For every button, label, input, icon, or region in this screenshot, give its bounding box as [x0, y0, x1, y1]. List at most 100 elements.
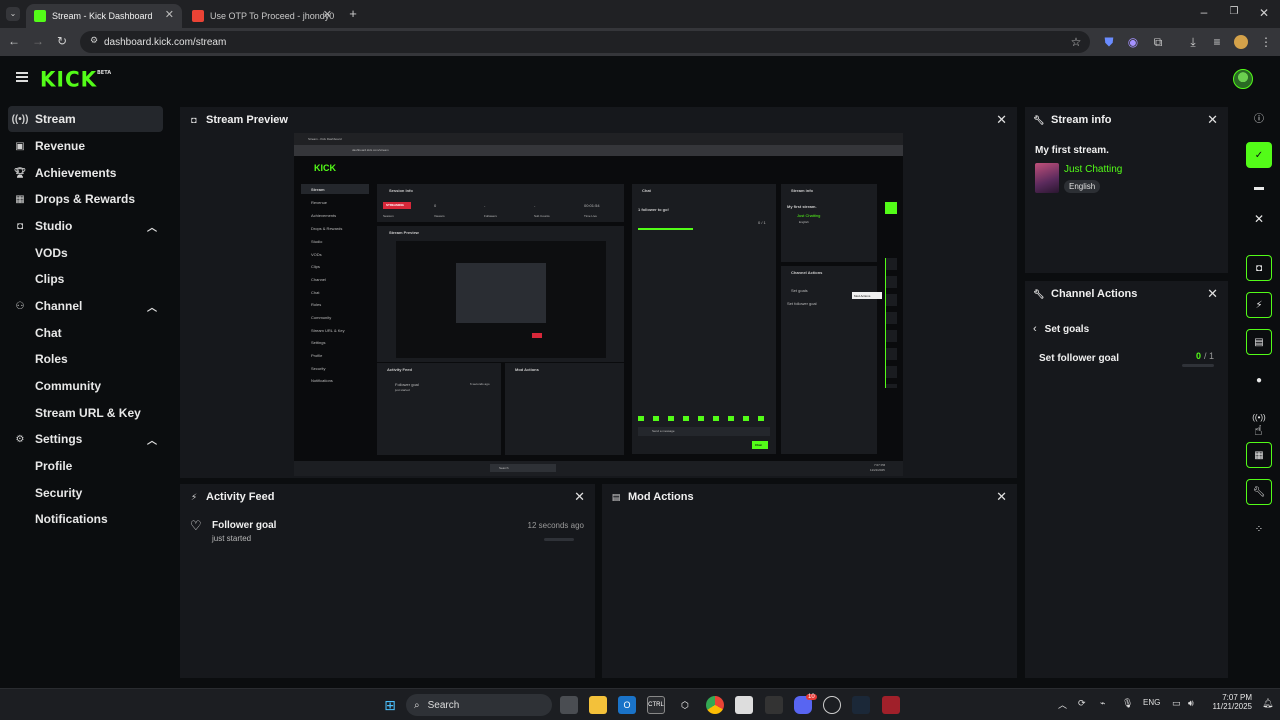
extensions-puzzle-icon[interactable]: ⧉: [1150, 35, 1166, 50]
language[interactable]: ENG: [1143, 698, 1160, 707]
task-view-icon[interactable]: [560, 696, 578, 714]
panels-icon[interactable]: ▦: [1246, 442, 1272, 468]
sidebar-item-vods[interactable]: VODs: [8, 240, 163, 266]
bookmark-star-icon[interactable]: ☆: [1068, 35, 1084, 49]
sidebar-item-settings[interactable]: ⚙ Settings ︿: [8, 426, 163, 452]
sidebar-item-achievements[interactable]: 🏆︎ Achievements: [8, 160, 163, 186]
sidebar-item-revenue[interactable]: ▣ Revenue: [8, 133, 163, 159]
hamburger-menu-icon[interactable]: [16, 72, 28, 82]
outlook-icon[interactable]: O: [618, 696, 636, 714]
kick-logo[interactable]: KICK BETA: [40, 66, 111, 91]
close-icon[interactable]: ✕: [1246, 206, 1272, 232]
wifi-off-icon[interactable]: ⌁: [1100, 698, 1105, 709]
windows-start-icon[interactable]: ⊞: [381, 696, 399, 714]
tab-stream-kick[interactable]: Stream - Kick Dashboard ✕: [26, 4, 182, 28]
close-icon[interactable]: ✕: [996, 489, 1007, 505]
chat-bubble-icon[interactable]: ●: [1246, 367, 1272, 393]
new-tab-icon[interactable]: +: [345, 6, 361, 21]
sidebar-item-chat[interactable]: Chat: [8, 320, 163, 346]
document-icon[interactable]: ▤: [1246, 329, 1272, 355]
mini-timelive: Time Live: [584, 214, 597, 218]
file-explorer-icon[interactable]: [589, 696, 607, 714]
tab-title: Stream - Kick Dashboard: [52, 11, 153, 21]
camera-icon[interactable]: ◘: [1246, 255, 1272, 281]
app-icon[interactable]: [882, 696, 900, 714]
close-icon[interactable]: ✕: [323, 8, 332, 21]
extension-eye-icon[interactable]: ◉: [1125, 35, 1141, 49]
close-icon[interactable]: ✕: [1207, 286, 1218, 302]
check-icon[interactable]: ✓: [1246, 142, 1272, 168]
panel-title: Stream info: [1051, 114, 1112, 126]
tab-title: Use OTP To Proceed - jhondy0: [210, 11, 335, 21]
tab-search-icon[interactable]: ⌄: [6, 7, 20, 21]
sidebar-item-clips[interactable]: Clips: [8, 266, 163, 292]
restore-icon[interactable]: ❐: [1226, 6, 1242, 17]
notification-badge: 10: [806, 694, 817, 700]
tab-otp[interactable]: Use OTP To Proceed - jhondy0 ✕: [184, 4, 340, 28]
sidebar-item-security[interactable]: Security: [8, 480, 163, 506]
add-widget-icon[interactable]: ⁘: [1246, 516, 1272, 542]
close-icon[interactable]: ✕: [996, 112, 1007, 128]
sidebar-item-studio[interactable]: ◘ Studio ︿: [8, 213, 163, 239]
microphone-icon[interactable]: 🎙︎: [1122, 698, 1133, 709]
info-icon[interactable]: ⓘ: [1246, 104, 1272, 130]
sidebar-item-profile[interactable]: Profile: [8, 453, 163, 479]
menu-dots-icon[interactable]: ⋮: [1258, 35, 1274, 49]
clock-date: 11/21/2025: [1212, 702, 1252, 711]
reading-list-icon[interactable]: ≡: [1209, 35, 1225, 49]
app-icon[interactable]: [765, 696, 783, 714]
back-icon[interactable]: ←: [6, 34, 22, 48]
mini-tooltip-text: Mod Actions: [854, 294, 871, 298]
profile-avatar-icon[interactable]: [1234, 35, 1248, 49]
ctrl-app-icon[interactable]: CTRL: [647, 696, 665, 714]
wrench-icon[interactable]: 🔧︎: [1246, 479, 1272, 505]
sidebar-item-label: Studio: [35, 219, 73, 233]
sidebar-item-stream-url-key[interactable]: Stream URL & Key: [8, 400, 163, 426]
url-input[interactable]: ⚙ dashboard.kick.com/stream ☆: [80, 31, 1090, 53]
window-close-icon[interactable]: ✕: [1256, 6, 1272, 20]
clock[interactable]: 7:07 PM 11/21/2025: [1208, 693, 1252, 711]
lightning-icon[interactable]: ⚡︎: [1246, 292, 1272, 318]
sidebar-item-notifications[interactable]: Notifications: [8, 506, 163, 532]
chevron-up-icon[interactable]: ︿: [147, 299, 157, 314]
taskbar-search[interactable]: ⌕ Search: [406, 694, 552, 716]
steam-icon[interactable]: [852, 696, 870, 714]
minimize-icon[interactable]: –: [1196, 5, 1212, 19]
category-link[interactable]: Just Chatting: [1064, 164, 1122, 175]
sidebar-item-community[interactable]: Community: [8, 373, 163, 399]
cube-app-icon[interactable]: ⬡: [676, 696, 694, 714]
follower-goal-row[interactable]: Set follower goal 0 / 1: [1039, 351, 1217, 371]
stream-preview-video[interactable]: Stream - Kick Dashboard dashboard.kick.c…: [294, 133, 903, 476]
app-icon[interactable]: [823, 696, 841, 714]
volume-icon[interactable]: 🔊︎: [1188, 698, 1194, 709]
chrome-icon[interactable]: [706, 696, 724, 714]
chevron-up-icon[interactable]: ︿: [147, 432, 157, 447]
notifications-bell-icon[interactable]: 🔔︎: [1262, 698, 1273, 709]
close-icon[interactable]: ✕: [574, 489, 585, 505]
sidebar-item-drops-rewards[interactable]: ▦ Drops & Rewards: [8, 186, 163, 212]
back-button[interactable]: ‹ Set goals: [1033, 322, 1089, 336]
sidebar-item-channel[interactable]: ⚇ Channel ︿: [8, 293, 163, 319]
user-avatar[interactable]: [1233, 69, 1253, 89]
chevron-up-icon[interactable]: ︿: [1058, 698, 1067, 711]
site-info-icon[interactable]: ⚙: [86, 35, 102, 46]
forward-icon[interactable]: →: [30, 34, 46, 48]
sidebar-item-roles[interactable]: Roles: [8, 346, 163, 372]
mini-taskbar: [294, 461, 903, 476]
activity-item-time: 12 seconds ago: [527, 521, 585, 530]
download-icon[interactable]: ⤓: [1185, 35, 1201, 50]
chevron-up-icon[interactable]: ︿: [147, 219, 157, 234]
sync-icon[interactable]: ⟳: [1078, 698, 1086, 709]
mini-session: Session: [383, 214, 394, 218]
close-icon[interactable]: ✕: [165, 8, 174, 21]
layout-icon[interactable]: ▬: [1246, 174, 1272, 200]
mini-nav: Studio: [311, 239, 323, 244]
app-icon[interactable]: [735, 696, 753, 714]
network-icon[interactable]: ▭: [1172, 698, 1181, 709]
back-label: Set goals: [1044, 323, 1090, 335]
sidebar-item-stream[interactable]: ((•)) Stream: [8, 106, 163, 132]
extension-shield-icon[interactable]: ⛊: [1101, 35, 1117, 50]
close-icon[interactable]: ✕: [1207, 112, 1218, 128]
category-thumbnail[interactable]: [1035, 163, 1059, 193]
reload-icon[interactable]: ↻: [54, 34, 70, 48]
